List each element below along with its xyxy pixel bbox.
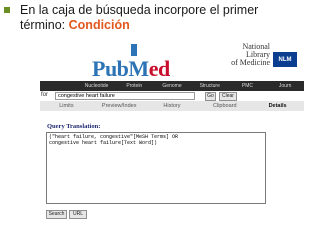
nlm-line3: of Medicine xyxy=(231,58,270,67)
slide-title-line1: En la caja de búsqueda incorpore el prim… xyxy=(20,3,259,17)
nlm-badge: NLM xyxy=(273,52,297,67)
database-bar: Nucleotide Protein Genome Structure PMC … xyxy=(40,81,304,91)
search-button[interactable]: Search xyxy=(46,210,67,219)
pubmed-logo: PubMed xyxy=(92,56,170,82)
db-item-genome[interactable]: Genome xyxy=(153,81,191,91)
tab-details[interactable]: Details xyxy=(251,101,304,111)
tab-clipboard[interactable]: Clipboard xyxy=(198,101,251,111)
db-item-blank[interactable] xyxy=(40,81,78,91)
slide-bullet xyxy=(4,7,10,13)
pubmed-logo-pub: Pub xyxy=(92,56,129,81)
slide-title-line2-prefix: término: xyxy=(20,18,69,32)
tab-preview-index[interactable]: Preview/Index xyxy=(93,101,146,111)
tab-limits[interactable]: Limits xyxy=(40,101,93,111)
db-item-protein[interactable]: Protein xyxy=(115,81,153,91)
db-item-pmc[interactable]: PMC xyxy=(229,81,267,91)
search-input[interactable]: congestive heart failure xyxy=(55,92,195,100)
query-actions: Search URL xyxy=(40,210,140,220)
pubmed-logo-m: M xyxy=(128,56,149,81)
db-item-journals[interactable]: Journ xyxy=(266,81,304,91)
url-button[interactable]: URL xyxy=(69,210,87,219)
pubmed-logo-ed: ed xyxy=(148,56,171,81)
search-for-label: for xyxy=(41,92,49,98)
query-translation-title: Query Translation: xyxy=(47,123,101,130)
clear-button[interactable]: Clear xyxy=(219,92,237,101)
go-button[interactable]: Go xyxy=(205,92,216,101)
nlm-logo-text: National Library of Medicine xyxy=(196,43,270,67)
db-item-nucleotide[interactable]: Nucleotide xyxy=(78,81,116,91)
tab-bar: Limits Preview/Index History Clipboard D… xyxy=(40,101,304,111)
slide-title-highlight: Condición xyxy=(68,18,130,32)
db-item-structure[interactable]: Structure xyxy=(191,81,229,91)
query-translation-box[interactable]: ("heart failure, congestive"[MeSH Terms]… xyxy=(46,132,266,204)
tab-history[interactable]: History xyxy=(146,101,199,111)
slide-title: En la caja de búsqueda incorpore el prim… xyxy=(20,3,312,33)
